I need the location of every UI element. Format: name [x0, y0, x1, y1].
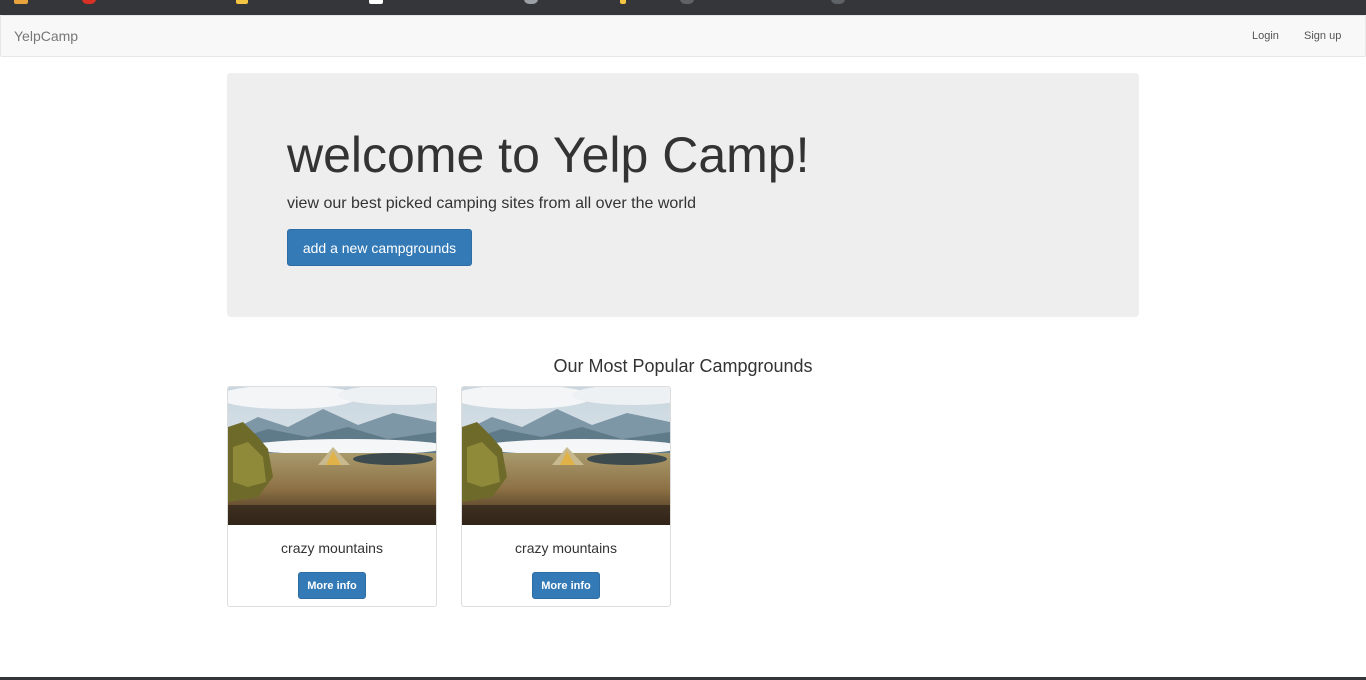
campground-name: crazy mountains	[281, 540, 383, 556]
campground-card: crazy mountains More info	[227, 386, 437, 607]
campground-image[interactable]	[228, 387, 436, 525]
apps-icon[interactable]	[14, 0, 28, 4]
jumbotron: welcome to Yelp Camp! view our best pick…	[227, 73, 1139, 317]
hero-title: welcome to Yelp Camp!	[287, 127, 810, 183]
campground-card: crazy mountains More info	[461, 386, 671, 607]
bookmark-icon[interactable]	[620, 0, 626, 4]
more-info-button[interactable]: More info	[532, 572, 600, 599]
campground-name: crazy mountains	[515, 540, 617, 556]
navbar: YelpCamp Login Sign up	[0, 15, 1366, 57]
page-icon[interactable]	[369, 0, 383, 4]
login-link[interactable]: Login	[1252, 30, 1279, 42]
signup-link[interactable]: Sign up	[1304, 30, 1341, 42]
navbar-brand[interactable]: YelpCamp	[14, 28, 78, 44]
campground-image[interactable]	[462, 387, 670, 525]
bookmark-icon[interactable]	[82, 0, 96, 4]
more-info-button[interactable]: More info	[298, 572, 366, 599]
browser-bookmarks-strip	[0, 0, 1366, 15]
add-campground-button[interactable]: add a new campgrounds	[287, 229, 472, 266]
github-icon[interactable]	[831, 0, 845, 4]
bookmark-icon[interactable]	[524, 0, 538, 4]
section-title: Our Most Popular Campgrounds	[553, 356, 813, 376]
github-icon[interactable]	[680, 0, 694, 4]
hero-subtitle: view our best picked camping sites from …	[287, 195, 697, 212]
folder-icon[interactable]	[236, 0, 248, 4]
